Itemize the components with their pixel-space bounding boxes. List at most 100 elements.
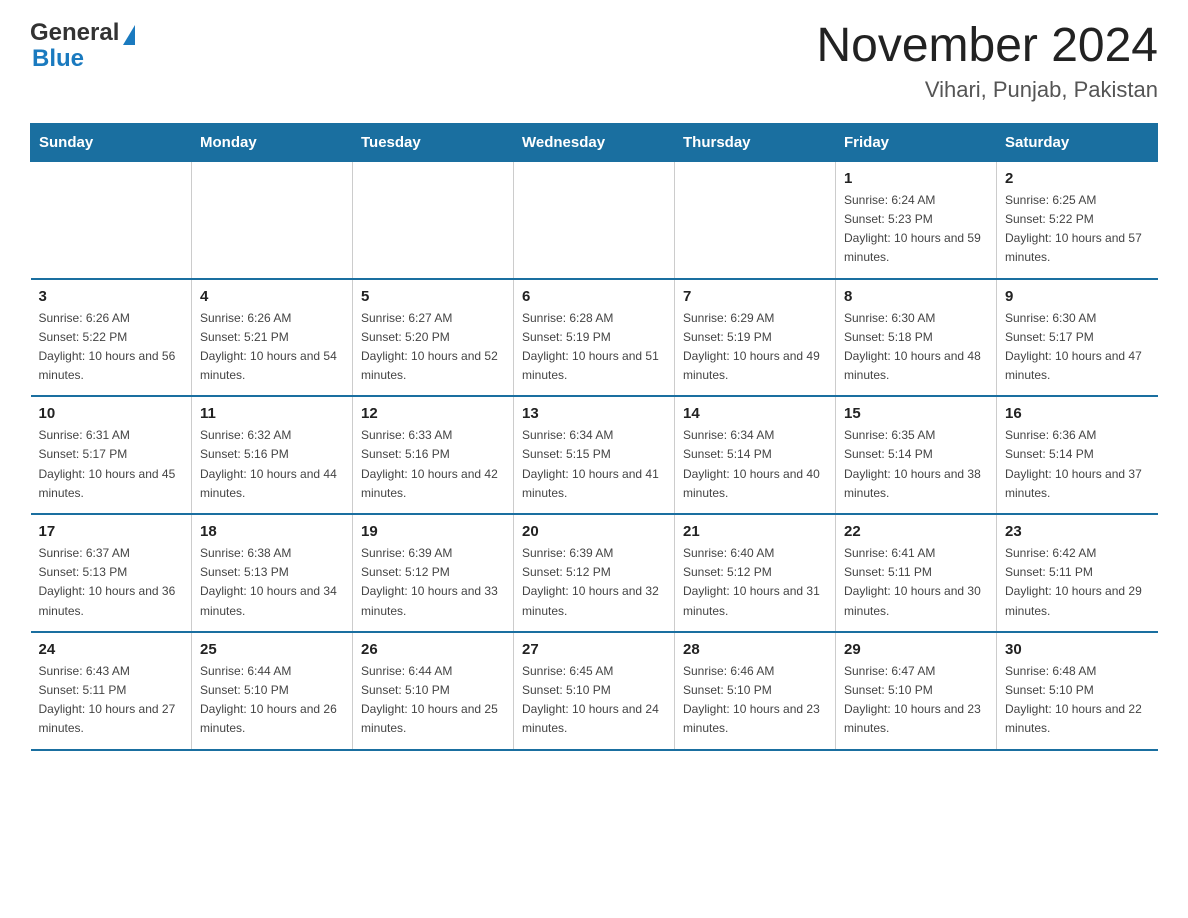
day-number: 28 [683,641,827,658]
day-info: Sunrise: 6:33 AMSunset: 5:16 PMDaylight:… [361,426,505,503]
day-info: Sunrise: 6:48 AMSunset: 5:10 PMDaylight:… [1005,662,1150,739]
day-info: Sunrise: 6:39 AMSunset: 5:12 PMDaylight:… [361,544,505,621]
day-info: Sunrise: 6:26 AMSunset: 5:21 PMDaylight:… [200,309,344,386]
weekday-header-wednesday: Wednesday [514,123,675,161]
calendar-cell: 2Sunrise: 6:25 AMSunset: 5:22 PMDaylight… [997,161,1158,278]
day-number: 13 [522,405,666,422]
weekday-header-monday: Monday [192,123,353,161]
logo-blue-text: Blue [32,46,84,72]
calendar-cell: 22 Sunrise: 6:41 AMSunset: 5:11 PMDayligh… [836,514,997,632]
calendar-cell: 5Sunrise: 6:27 AMSunset: 5:20 PMDaylight… [353,279,514,397]
calendar-cell: 11 Sunrise: 6:32 AMSunset: 5:16 PMDayligh… [192,396,353,514]
calendar-body: 1 Sunrise: 6:24 AMSunset: 5:23 PMDaylight… [31,161,1158,749]
logo: General Blue [30,20,135,73]
calendar-cell: 16Sunrise: 6:36 AMSunset: 5:14 PMDayligh… [997,396,1158,514]
logo-triangle-icon [123,25,135,45]
day-number: 19 [361,523,505,540]
day-info: Sunrise: 6:41 AMSunset: 5:11 PMDaylight:… [844,544,988,621]
day-number: 29 [844,641,988,658]
day-number: 7 [683,288,827,305]
calendar-cell: 15Sunrise: 6:35 AMSunset: 5:14 PMDayligh… [836,396,997,514]
day-number: 9 [1005,288,1150,305]
day-number: 2 [1005,170,1150,187]
calendar-cell: 14 Sunrise: 6:34 AMSunset: 5:14 PMDayligh… [675,396,836,514]
day-number: 6 [522,288,666,305]
calendar-cell: 23 Sunrise: 6:42 AMSunset: 5:11 PMDayligh… [997,514,1158,632]
weekday-header-tuesday: Tuesday [353,123,514,161]
calendar-cell: 19 Sunrise: 6:39 AMSunset: 5:12 PMDayligh… [353,514,514,632]
calendar-cell: 1 Sunrise: 6:24 AMSunset: 5:23 PMDaylight… [836,161,997,278]
calendar-cell: 13Sunrise: 6:34 AMSunset: 5:15 PMDayligh… [514,396,675,514]
day-info: Sunrise: 6:27 AMSunset: 5:20 PMDaylight:… [361,309,505,386]
day-info: Sunrise: 6:26 AMSunset: 5:22 PMDaylight:… [39,309,184,386]
calendar-week-row: 24Sunrise: 6:43 AMSunset: 5:11 PMDayligh… [31,632,1158,750]
calendar-cell: 10Sunrise: 6:31 AMSunset: 5:17 PMDayligh… [31,396,192,514]
calendar-cell: 28 Sunrise: 6:46 AMSunset: 5:10 PMDayligh… [675,632,836,750]
calendar-cell: 4 Sunrise: 6:26 AMSunset: 5:21 PMDaylight… [192,279,353,397]
day-info: Sunrise: 6:30 AMSunset: 5:18 PMDaylight:… [844,309,988,386]
calendar-cell [514,161,675,278]
weekday-header-row: SundayMondayTuesdayWednesdayThursdayFrid… [31,123,1158,161]
day-number: 4 [200,288,344,305]
day-info: Sunrise: 6:44 AMSunset: 5:10 PMDaylight:… [200,662,344,739]
calendar-week-row: 17Sunrise: 6:37 AMSunset: 5:13 PMDayligh… [31,514,1158,632]
day-info: Sunrise: 6:36 AMSunset: 5:14 PMDaylight:… [1005,426,1150,503]
day-info: Sunrise: 6:34 AMSunset: 5:14 PMDaylight:… [683,426,827,503]
weekday-header-friday: Friday [836,123,997,161]
location-subtitle: Vihari, Punjab, Pakistan [816,77,1158,103]
day-info: Sunrise: 6:30 AMSunset: 5:17 PMDaylight:… [1005,309,1150,386]
calendar-week-row: 10Sunrise: 6:31 AMSunset: 5:17 PMDayligh… [31,396,1158,514]
calendar-cell: 20 Sunrise: 6:39 AMSunset: 5:12 PMDayligh… [514,514,675,632]
calendar-cell: 3 Sunrise: 6:26 AMSunset: 5:22 PMDaylight… [31,279,192,397]
day-number: 27 [522,641,666,658]
day-info: Sunrise: 6:37 AMSunset: 5:13 PMDaylight:… [39,544,184,621]
day-number: 11 [200,405,344,422]
day-number: 14 [683,405,827,422]
title-block: November 2024 Vihari, Punjab, Pakistan [816,20,1158,103]
day-info: Sunrise: 6:24 AMSunset: 5:23 PMDaylight:… [844,191,988,268]
day-number: 22 [844,523,988,540]
day-number: 25 [200,641,344,658]
calendar-week-row: 1 Sunrise: 6:24 AMSunset: 5:23 PMDaylight… [31,161,1158,278]
day-number: 23 [1005,523,1150,540]
day-number: 26 [361,641,505,658]
calendar-table: SundayMondayTuesdayWednesdayThursdayFrid… [30,123,1158,751]
calendar-cell [192,161,353,278]
day-number: 20 [522,523,666,540]
day-info: Sunrise: 6:43 AMSunset: 5:11 PMDaylight:… [39,662,184,739]
day-info: Sunrise: 6:32 AMSunset: 5:16 PMDaylight:… [200,426,344,503]
calendar-cell: 7 Sunrise: 6:29 AMSunset: 5:19 PMDaylight… [675,279,836,397]
calendar-cell: 9 Sunrise: 6:30 AMSunset: 5:17 PMDaylight… [997,279,1158,397]
day-number: 21 [683,523,827,540]
page-header: General Blue November 2024 Vihari, Punja… [30,20,1158,103]
day-number: 10 [39,405,184,422]
day-number: 3 [39,288,184,305]
calendar-cell: 18Sunrise: 6:38 AMSunset: 5:13 PMDayligh… [192,514,353,632]
weekday-header-sunday: Sunday [31,123,192,161]
weekday-header-thursday: Thursday [675,123,836,161]
day-info: Sunrise: 6:44 AMSunset: 5:10 PMDaylight:… [361,662,505,739]
calendar-week-row: 3 Sunrise: 6:26 AMSunset: 5:22 PMDaylight… [31,279,1158,397]
day-number: 12 [361,405,505,422]
calendar-cell: 26 Sunrise: 6:44 AMSunset: 5:10 PMDayligh… [353,632,514,750]
calendar-header: SundayMondayTuesdayWednesdayThursdayFrid… [31,123,1158,161]
calendar-cell: 8Sunrise: 6:30 AMSunset: 5:18 PMDaylight… [836,279,997,397]
day-number: 18 [200,523,344,540]
weekday-header-saturday: Saturday [997,123,1158,161]
day-info: Sunrise: 6:42 AMSunset: 5:11 PMDaylight:… [1005,544,1150,621]
day-number: 15 [844,405,988,422]
calendar-cell [31,161,192,278]
calendar-cell: 29Sunrise: 6:47 AMSunset: 5:10 PMDayligh… [836,632,997,750]
day-number: 1 [844,170,988,187]
day-info: Sunrise: 6:39 AMSunset: 5:12 PMDaylight:… [522,544,666,621]
logo-general-text: General [30,20,119,46]
calendar-cell: 30Sunrise: 6:48 AMSunset: 5:10 PMDayligh… [997,632,1158,750]
day-info: Sunrise: 6:40 AMSunset: 5:12 PMDaylight:… [683,544,827,621]
calendar-cell: 12 Sunrise: 6:33 AMSunset: 5:16 PMDayligh… [353,396,514,514]
day-info: Sunrise: 6:28 AMSunset: 5:19 PMDaylight:… [522,309,666,386]
month-year-title: November 2024 [816,20,1158,73]
day-info: Sunrise: 6:46 AMSunset: 5:10 PMDaylight:… [683,662,827,739]
calendar-cell [675,161,836,278]
day-info: Sunrise: 6:29 AMSunset: 5:19 PMDaylight:… [683,309,827,386]
calendar-cell: 6 Sunrise: 6:28 AMSunset: 5:19 PMDaylight… [514,279,675,397]
